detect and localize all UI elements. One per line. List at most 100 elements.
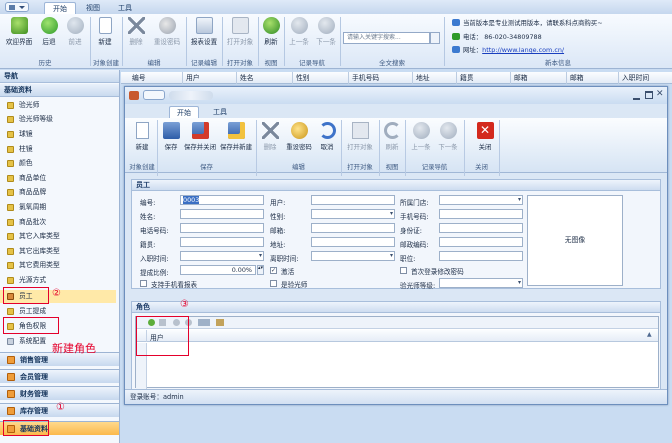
child-refresh-button[interactable]: 刷新 <box>382 122 402 151</box>
phone-info: 电话： 86-020-34809788 <box>452 32 542 41</box>
grid-column-header[interactable]: 手机号码 <box>349 72 413 84</box>
sidebar-item-unit[interactable]: 商品单位 <box>0 172 116 185</box>
save-close-button[interactable]: 保存并关闭 <box>183 122 217 151</box>
commission-spinner[interactable]: ▴▾ <box>257 265 264 275</box>
sidebar-item-brand[interactable]: 商品品牌 <box>0 186 116 199</box>
folder-icon <box>7 146 14 153</box>
chevron-down-icon <box>19 6 25 12</box>
sidebar-item-other-outbound[interactable]: 其它出库类型 <box>0 245 116 258</box>
sidebar-item-cylinder[interactable]: 柱镜 <box>0 143 116 156</box>
grid-column-header[interactable]: 邮箱 <box>567 72 619 84</box>
sidebar-item-sphere[interactable]: 球镜 <box>0 128 116 141</box>
grid-column-header[interactable]: 入职时间 <box>619 72 672 84</box>
user-input[interactable] <box>311 195 395 205</box>
sidebar-item-optometrist[interactable]: 验光师 <box>0 99 116 112</box>
sidebar-item-optometrist-level[interactable]: 验光师等级 <box>0 113 116 126</box>
sidebar-item-light-source[interactable]: 光源方式 <box>0 274 116 287</box>
sidebar-item-other-expense[interactable]: 其它费用类型 <box>0 259 116 272</box>
save-button[interactable]: 保存 <box>161 122 181 151</box>
sidebar-tab-members[interactable]: 会员管理 <box>0 369 119 383</box>
hire-date-picker[interactable] <box>180 251 264 261</box>
child-reset-password-button[interactable]: 重设密码 <box>283 122 315 151</box>
zip-label: 邮政编码: <box>400 241 429 249</box>
child-delete-button[interactable]: 删除 <box>259 122 281 151</box>
new-button[interactable]: 新建 <box>92 17 118 46</box>
arrow-right-icon <box>66 17 84 34</box>
welcome-button[interactable]: 欢迎界面 <box>3 17 35 46</box>
tab-tools[interactable]: 工具 <box>112 2 138 14</box>
sidebar-item-batch[interactable]: 商品批次 <box>0 216 116 229</box>
annotation-new-role: 新建角色 <box>52 342 96 355</box>
forward-button[interactable]: 前进 <box>63 17 87 46</box>
sidebar-tab-finance[interactable]: 财务管理 <box>0 386 119 400</box>
refresh-button[interactable]: 刷新 <box>260 17 282 46</box>
email-input[interactable] <box>311 223 395 233</box>
commission-input[interactable]: 0.00% <box>180 265 256 275</box>
minimize-icon[interactable] <box>632 91 641 100</box>
child-open-object-button[interactable]: 打开对象 <box>344 122 376 151</box>
close-window-icon[interactable]: ✕ <box>656 89 664 99</box>
roles-section-title: 角色 <box>132 302 660 313</box>
sidebar-item-color[interactable]: 颜色 <box>0 157 116 170</box>
tab-start[interactable]: 开始 <box>44 2 76 14</box>
grid-column-header[interactable]: 性别 <box>293 72 349 84</box>
open-object-button[interactable]: 打开对象 <box>224 17 256 46</box>
active-checkbox[interactable]: ✓ <box>270 267 277 274</box>
is-optometrist-checkbox[interactable] <box>270 280 277 287</box>
sidebar-item-cycle[interactable]: 氯氧周期 <box>0 201 116 214</box>
first-login-checkbox[interactable] <box>400 267 407 274</box>
gender-select[interactable] <box>311 209 395 219</box>
grid-column-header[interactable]: 用户 <box>183 72 237 84</box>
child-next-button[interactable]: 下一条 <box>435 122 461 151</box>
grid-column-header[interactable]: 邮箱 <box>511 72 567 84</box>
child-tab-start[interactable]: 开始 <box>169 106 199 118</box>
id-input[interactable] <box>439 223 523 233</box>
phone-input[interactable] <box>180 223 264 233</box>
chevron-up-icon[interactable]: ▲ <box>647 331 652 338</box>
group-version-info: 新本信息 <box>545 59 571 67</box>
search-dropdown-button[interactable] <box>430 32 440 44</box>
photo-box[interactable]: 无图像 <box>527 195 623 286</box>
code-input[interactable]: 0003 <box>180 195 264 205</box>
settings-icon[interactable] <box>216 319 224 326</box>
reset-password-button[interactable]: 重设密码 <box>150 17 184 46</box>
leave-date-picker[interactable] <box>311 251 395 261</box>
maximize-icon[interactable] <box>645 91 653 99</box>
back-button[interactable]: 后退 <box>37 17 61 46</box>
annotation-2: ② <box>52 288 61 299</box>
child-new-button[interactable]: 新建 <box>131 122 153 151</box>
export-icon[interactable] <box>198 319 210 326</box>
position-input[interactable] <box>439 251 523 261</box>
close-icon: ✕ <box>476 122 494 139</box>
quick-access-menu[interactable] <box>5 2 29 12</box>
save-new-button[interactable]: 保存并新建 <box>219 122 253 151</box>
delete-button[interactable]: 删除 <box>124 17 148 46</box>
optometrist-level-select[interactable] <box>439 278 523 288</box>
grid-column-header[interactable]: 姓名 <box>237 72 293 84</box>
fulltext-search-input[interactable]: 请输入关键字搜索... <box>343 32 430 44</box>
report-settings-button[interactable]: 报表设置 <box>188 17 220 46</box>
address-input[interactable] <box>311 237 395 247</box>
child-tab-tools[interactable]: 工具 <box>207 106 233 118</box>
child-close-button[interactable]: ✕ 关闭 <box>475 122 495 151</box>
cancel-button[interactable]: 取消 <box>317 122 337 151</box>
mobile-report-checkbox[interactable] <box>140 280 147 287</box>
grid-column-header[interactable]: 地址 <box>413 72 457 84</box>
child-prev-button[interactable]: 上一条 <box>408 122 434 151</box>
name-input[interactable] <box>180 209 264 219</box>
tab-view[interactable]: 视图 <box>80 2 106 14</box>
grid-column-header[interactable]: 编号 <box>129 72 183 84</box>
mobile-input[interactable] <box>439 209 523 219</box>
child-group-edit: 编辑 <box>292 163 305 171</box>
next-record-button[interactable]: 下一条 <box>313 17 339 46</box>
origin-input[interactable] <box>180 237 264 247</box>
zip-input[interactable] <box>439 237 523 247</box>
previous-record-button[interactable]: 上一条 <box>286 17 312 46</box>
grid-column-header[interactable]: 籍贯 <box>457 72 511 84</box>
sidebar-item-other-inbound[interactable]: 其它入库类型 <box>0 230 116 243</box>
store-select[interactable] <box>439 195 523 205</box>
position-label: 职位: <box>400 255 416 263</box>
child-quick-menu[interactable] <box>143 90 165 100</box>
quick-access-toolbar[interactable] <box>169 91 213 100</box>
website-link[interactable]: http://www.lanqe.com.cn/ <box>482 46 564 54</box>
